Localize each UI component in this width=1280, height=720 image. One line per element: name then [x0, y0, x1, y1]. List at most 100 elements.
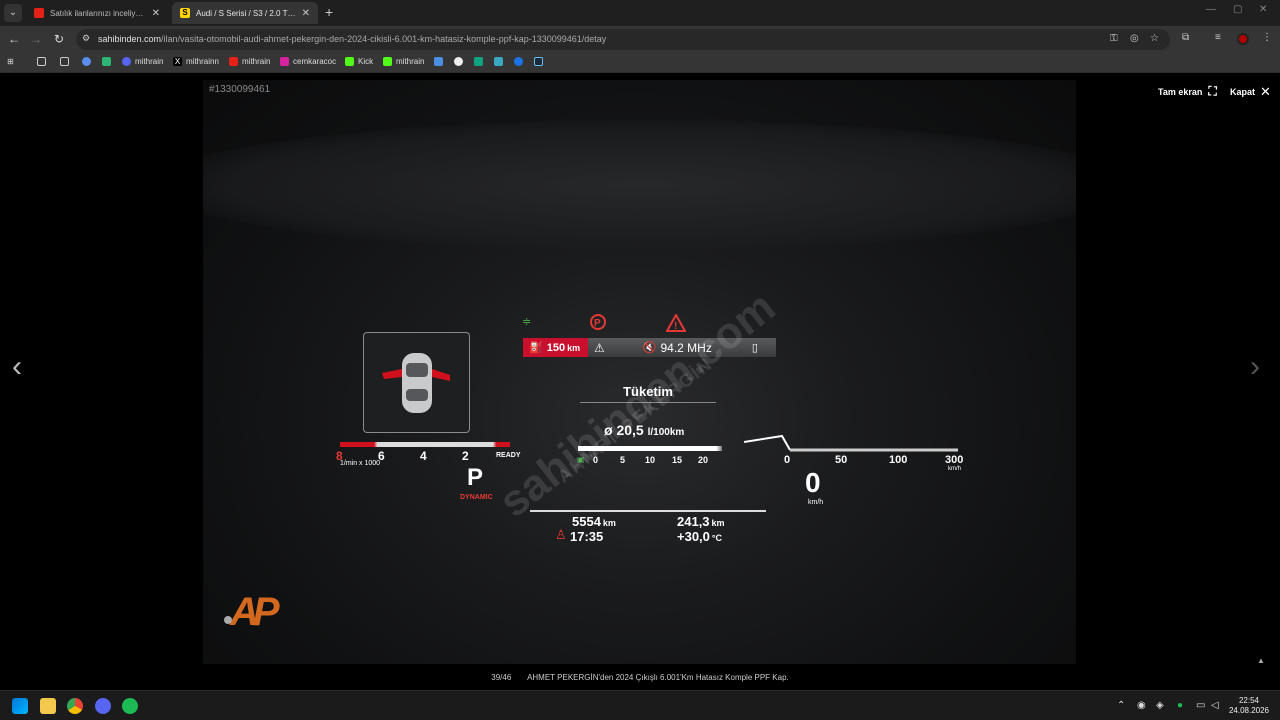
bookmark-app[interactable] [514, 57, 527, 66]
speed-gauge [744, 434, 958, 452]
prev-photo-button[interactable]: ‹ [12, 352, 22, 382]
eye-off-icon[interactable]: ◎ [1130, 33, 1139, 44]
bookmark-app[interactable] [82, 57, 95, 66]
window-close-icon[interactable]: ✕ [1259, 4, 1267, 15]
fullscreen-label: Tam ekran [1158, 86, 1203, 97]
photo-counter: 39/46 [491, 673, 512, 682]
folder-icon [37, 57, 46, 66]
speed-tick: 0 [784, 454, 791, 466]
fuel-icon: ⛽ [529, 342, 543, 354]
reload-icon[interactable]: ↻ [52, 32, 66, 46]
drive-mode: DYNAMIC [460, 494, 493, 501]
maximize-icon[interactable]: ▢ [1233, 4, 1242, 15]
bookmark-app[interactable] [474, 57, 487, 66]
dealer-logo: AP [230, 590, 280, 634]
range-unit: km [567, 342, 581, 353]
tab-youtube[interactable]: Satılık ilanlarınızı inceliyorum # ✕ [26, 2, 168, 24]
address-bar[interactable]: ⚙ sahibinden.com/ilan/vasita-otomobil-au… [76, 29, 1170, 50]
star-icon[interactable]: ☆ [1150, 33, 1159, 44]
tab-title: Audi / S Serisi / S3 / 2.0 TFSI Qu [196, 8, 296, 18]
site-info-icon[interactable]: ⚙ [82, 33, 90, 44]
tab-search-button[interactable]: ⌄ [4, 4, 22, 22]
bookmark-app[interactable] [102, 57, 115, 66]
speaker-icon: 🔇 [642, 342, 657, 354]
system-clock[interactable]: 22:54 24.08.2026 [1226, 696, 1272, 716]
next-photo-button[interactable]: › [1250, 352, 1260, 382]
extensions-icon[interactable]: ⧉ [1182, 32, 1189, 43]
temp-unit: °C [711, 533, 723, 543]
menu-icon[interactable]: ⋮ [1262, 32, 1272, 43]
bookmark-kick[interactable]: mithrain [383, 57, 424, 66]
url-text[interactable]: sahibinden.com/ilan/vasita-otomobil-audi… [98, 34, 606, 44]
close-icon: ✕ [1260, 84, 1271, 99]
media-icon[interactable]: ≡ [1215, 32, 1221, 43]
tray-chevron-icon[interactable]: ⌃ [1117, 700, 1125, 711]
warning-icon: ! [666, 314, 686, 332]
bookmark-discord[interactable]: mithrain [122, 57, 163, 66]
bookmark-folder[interactable] [37, 57, 50, 66]
new-tab-button[interactable]: + [325, 4, 333, 20]
cons-tick: 10 [645, 455, 656, 465]
rpm-tick: 4 [420, 449, 427, 463]
trip: 241,3 km [677, 514, 725, 529]
bookmark-instagram[interactable]: cemkaracoc [280, 57, 336, 66]
file-explorer-icon[interactable] [40, 698, 56, 714]
youtube-icon [229, 57, 238, 66]
x-icon: X [173, 57, 182, 66]
ready-label: READY [496, 452, 521, 459]
key-icon[interactable]: ⚿ [1110, 33, 1118, 44]
bookmark-x[interactable]: Xmithrainn [173, 57, 219, 66]
network-icon[interactable]: ▭ [1196, 700, 1205, 711]
bookmark-label: cemkaracoc [293, 57, 337, 66]
fullscreen-button[interactable]: Tam ekran ⛶ [1158, 84, 1217, 99]
speed-unit: km/h [808, 499, 824, 506]
chrome-icon[interactable] [67, 698, 83, 714]
tab-sahibinden[interactable]: S Audi / S Serisi / S3 / 2.0 TFSI Qu ✕ [172, 2, 318, 24]
spotify-icon[interactable] [122, 698, 138, 714]
spotify-tray-icon[interactable]: ● [1177, 700, 1183, 711]
carousel-dot[interactable] [224, 616, 232, 624]
close-icon[interactable]: ✕ [152, 8, 160, 19]
sahibinden-icon: S [180, 8, 190, 18]
kick-icon [383, 57, 392, 66]
windows-start-icon[interactable] [12, 698, 28, 714]
profile-avatar[interactable] [1237, 33, 1249, 45]
bookmark-app[interactable] [454, 57, 467, 66]
caption-text: AHMET PEKERGİN'den 2024 Çıkışlı 6.001'Km… [527, 673, 789, 682]
sparkle-icon [434, 57, 443, 66]
steam-tray-icon[interactable]: ◈ [1156, 700, 1164, 711]
bookmark-sparkle[interactable] [434, 57, 447, 66]
clock-date: 24.08.2026 [1228, 706, 1270, 715]
close-icon[interactable]: ✕ [302, 8, 310, 19]
minimize-icon[interactable]: — [1206, 4, 1216, 15]
volume-icon[interactable]: ◁ [1211, 700, 1219, 711]
forward-icon[interactable]: → [29, 32, 43, 46]
discord-tray-icon[interactable]: ◉ [1137, 700, 1146, 711]
back-icon[interactable]: ← [7, 32, 21, 46]
odometer-unit: km [602, 518, 616, 528]
bookmark-folder[interactable] [60, 57, 73, 66]
bookmark-steam[interactable] [534, 57, 547, 66]
svg-text:P: P [594, 318, 601, 329]
cons-tick: 20 [698, 455, 709, 465]
apps-icon[interactable]: ⊞ [7, 57, 14, 66]
browser-toolbar: ← → ↻ ⚙ sahibinden.com/ilan/vasita-otomo… [0, 26, 1280, 53]
bookmark-kick[interactable]: Kick [345, 57, 373, 66]
discord-icon[interactable] [95, 698, 111, 714]
steam-icon [534, 57, 543, 66]
bookmark-youtube[interactable]: mithrain [229, 57, 270, 66]
fuel-range: ⛽ 150 km [523, 338, 588, 357]
bookmark-label: mithrain [242, 57, 271, 66]
scroll-up-icon[interactable]: ▲ [1257, 656, 1265, 665]
range-value: 150 [546, 341, 566, 354]
light-indicator-icon: ≑ [522, 316, 531, 328]
warning-small-icon: ⚠ [594, 340, 605, 355]
tab-strip: ⌄ Satılık ilanlarınızı inceliyorum # ✕ S… [0, 0, 1280, 26]
app-icon [514, 57, 523, 66]
bookmark-app[interactable] [494, 57, 507, 66]
odometer-value: 5554 [572, 514, 601, 529]
close-viewer-button[interactable]: Kapat ✕ [1230, 84, 1271, 100]
info-divider [530, 510, 766, 512]
cons-tick: 15 [672, 455, 683, 465]
cons-tick: 5 [620, 455, 626, 465]
